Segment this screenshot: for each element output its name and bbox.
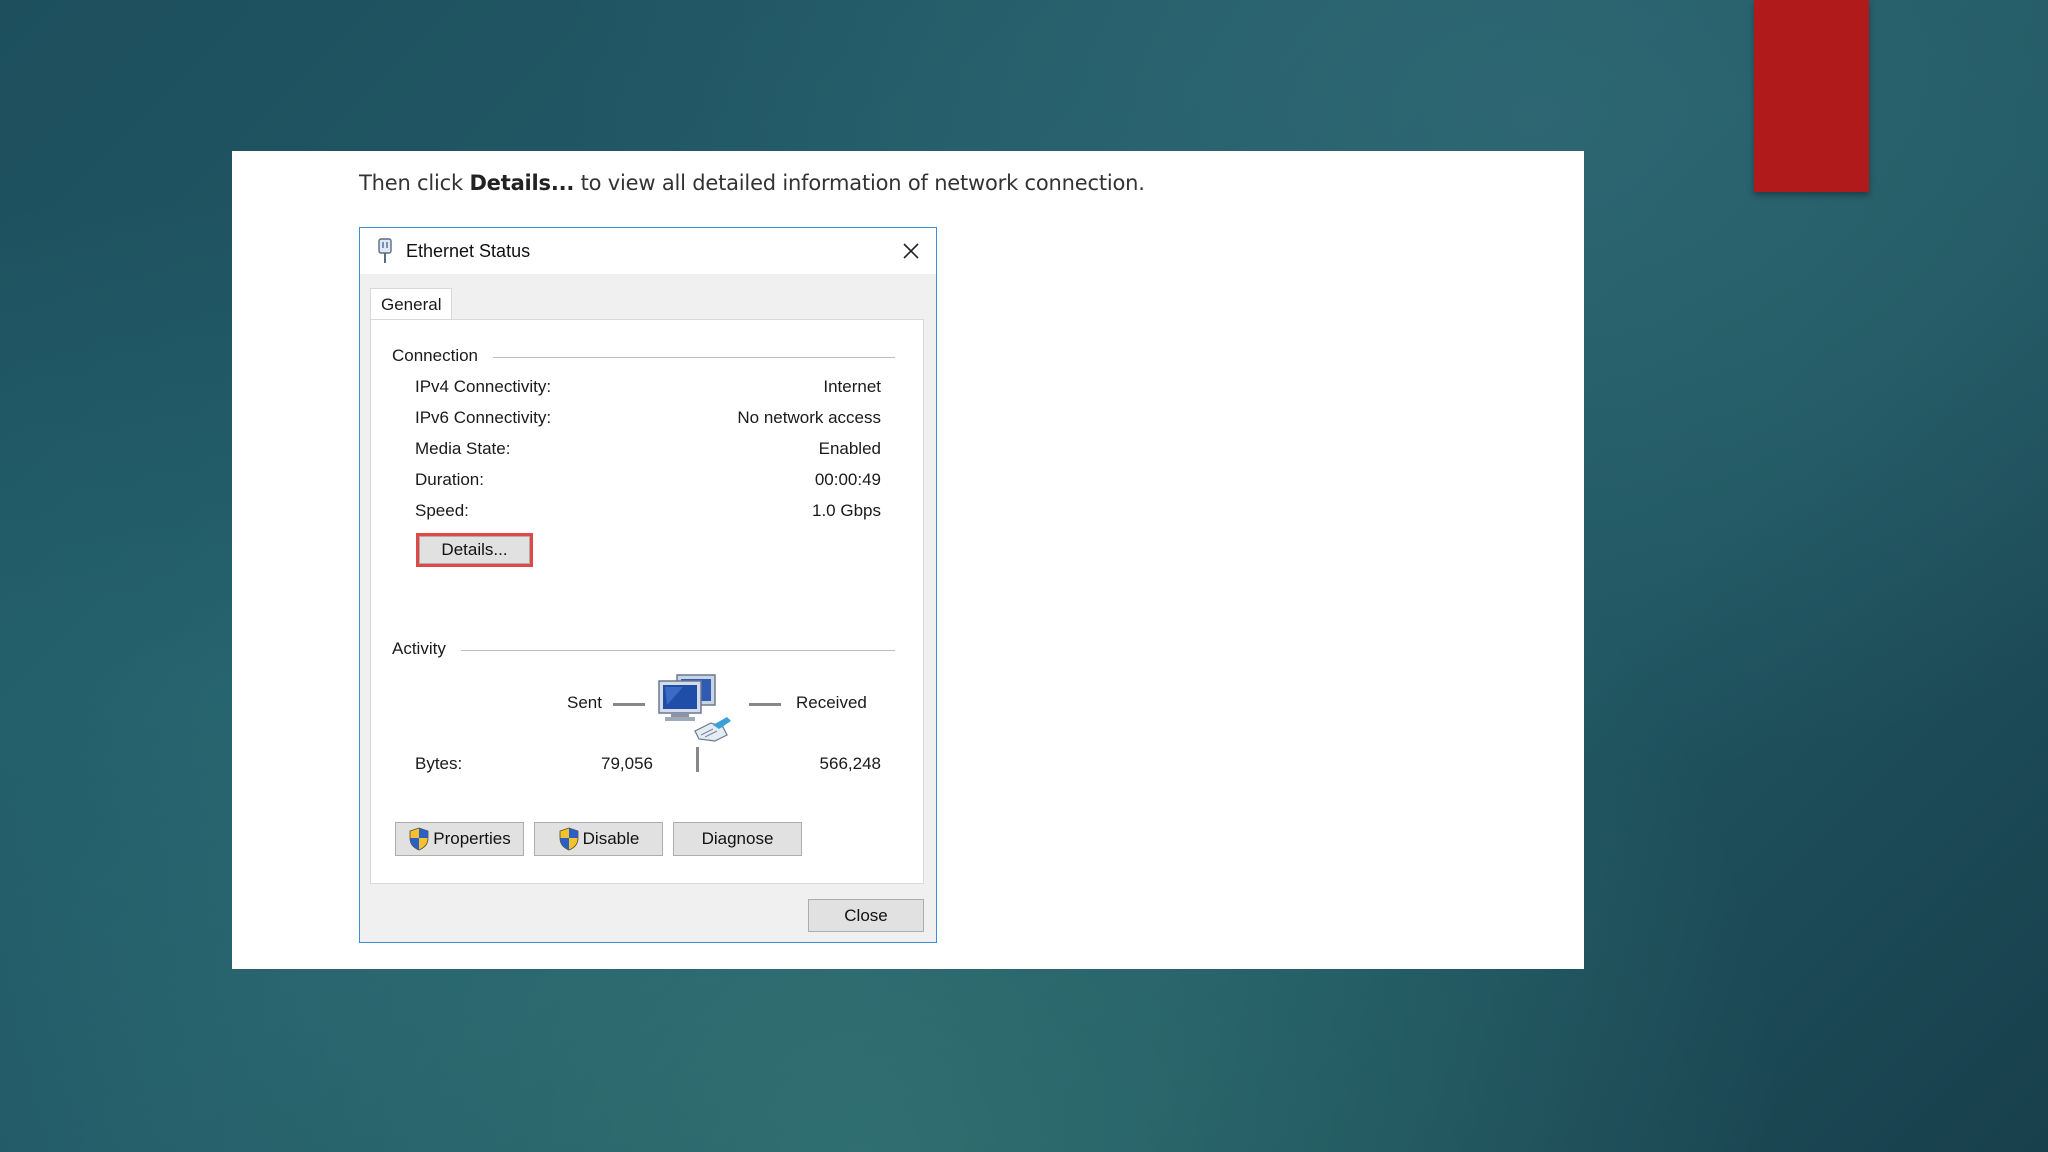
disable-label: Disable xyxy=(582,829,640,848)
bytes-divider xyxy=(696,747,699,772)
connection-divider xyxy=(493,357,895,358)
speed-label: Speed: xyxy=(415,501,469,520)
media-state-value: Enabled xyxy=(818,439,881,458)
sent-line xyxy=(613,703,645,706)
uac-shield-icon xyxy=(409,827,429,851)
received-label: Received xyxy=(796,693,867,712)
bytes-label: Bytes: xyxy=(415,754,463,773)
instruction-bold: Details... xyxy=(469,171,575,195)
speed-value: 1.0 Gbps xyxy=(812,501,881,520)
general-panel: Connection IPv4 Connectivity: Internet I… xyxy=(370,319,924,884)
dialog-title: Ethernet Status xyxy=(406,241,531,261)
instruction-text: Then click Details... to view all detail… xyxy=(359,171,1145,195)
duration-value: 00:00:49 xyxy=(814,470,881,489)
media-state-label: Media State: xyxy=(415,439,511,458)
connection-group-label: Connection xyxy=(392,346,479,365)
received-line xyxy=(749,703,781,706)
instruction-pre: Then click xyxy=(359,171,470,195)
ipv4-label: IPv4 Connectivity: xyxy=(415,377,552,396)
disable-button[interactable]: Disable xyxy=(534,822,663,856)
duration-label: Duration: xyxy=(415,470,484,489)
ipv6-value: No network access xyxy=(737,408,881,427)
activity-divider xyxy=(461,650,895,651)
diagnose-button[interactable]: Diagnose xyxy=(673,822,802,856)
bytes-sent-value: 79,056 xyxy=(601,754,653,773)
ethernet-icon xyxy=(378,238,392,263)
close-button[interactable]: Close xyxy=(808,899,924,932)
sent-label: Sent xyxy=(567,693,602,712)
properties-label: Properties xyxy=(433,829,511,848)
ethernet-status-dialog: Ethernet Status General Connection IPv4 … xyxy=(359,227,937,943)
instruction-post: to view all detailed information of netw… xyxy=(574,171,1145,195)
ipv4-value: Internet xyxy=(823,377,881,396)
bytes-received-value: 566,248 xyxy=(819,754,881,773)
close-icon[interactable] xyxy=(896,236,926,266)
ipv6-label: IPv6 Connectivity: xyxy=(415,408,552,427)
tab-general[interactable]: General xyxy=(370,288,452,320)
accent-bar xyxy=(1754,0,1869,192)
uac-shield-icon xyxy=(559,827,579,851)
details-button[interactable]: Details... xyxy=(419,536,530,564)
slide-content: Then click Details... to view all detail… xyxy=(232,151,1584,969)
network-computers-icon xyxy=(658,674,731,742)
properties-button[interactable]: Properties xyxy=(395,822,524,856)
title-bar: Ethernet Status xyxy=(360,228,936,274)
activity-group-label: Activity xyxy=(392,639,446,658)
